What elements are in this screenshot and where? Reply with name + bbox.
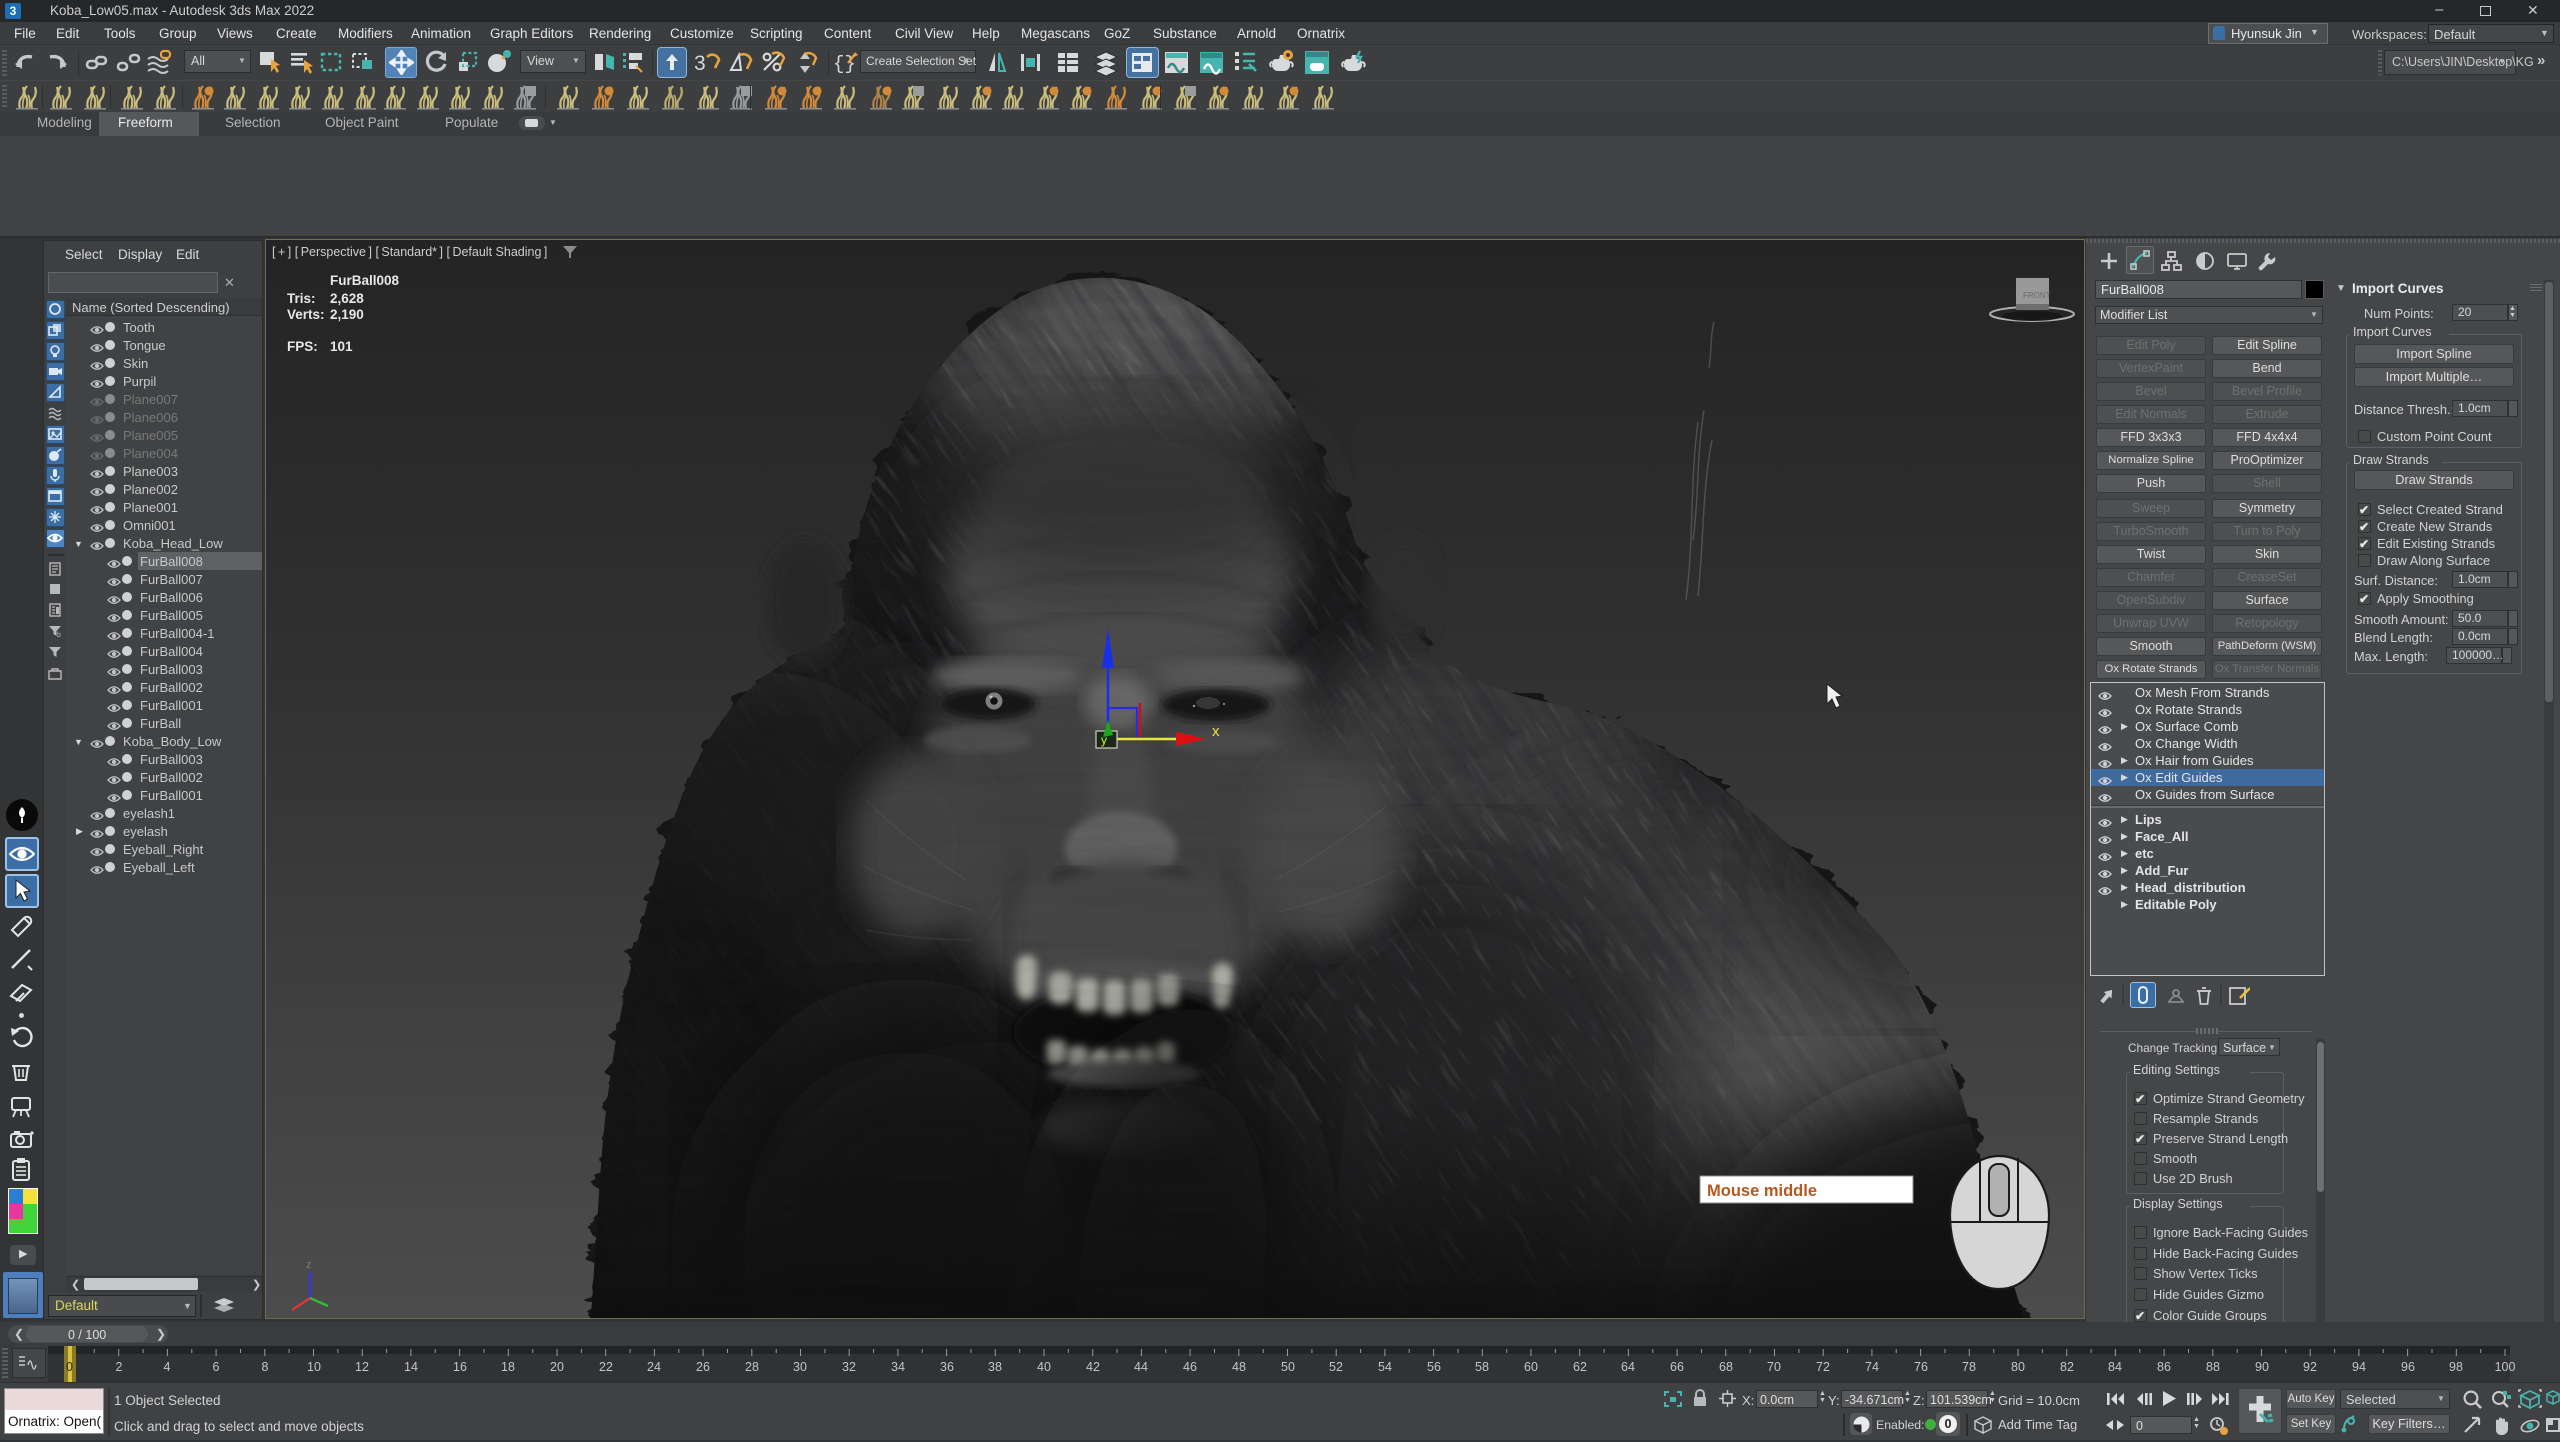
- svg-text:z: z: [306, 1259, 312, 1271]
- svg-text:Mouse middle: Mouse middle: [1707, 1182, 1817, 1200]
- svg-text:b: b: [57, 632, 61, 639]
- svg-text:x: x: [1212, 723, 1220, 740]
- svg-text:3: 3: [694, 52, 706, 75]
- svg-text:FRONT: FRONT: [2023, 291, 2051, 300]
